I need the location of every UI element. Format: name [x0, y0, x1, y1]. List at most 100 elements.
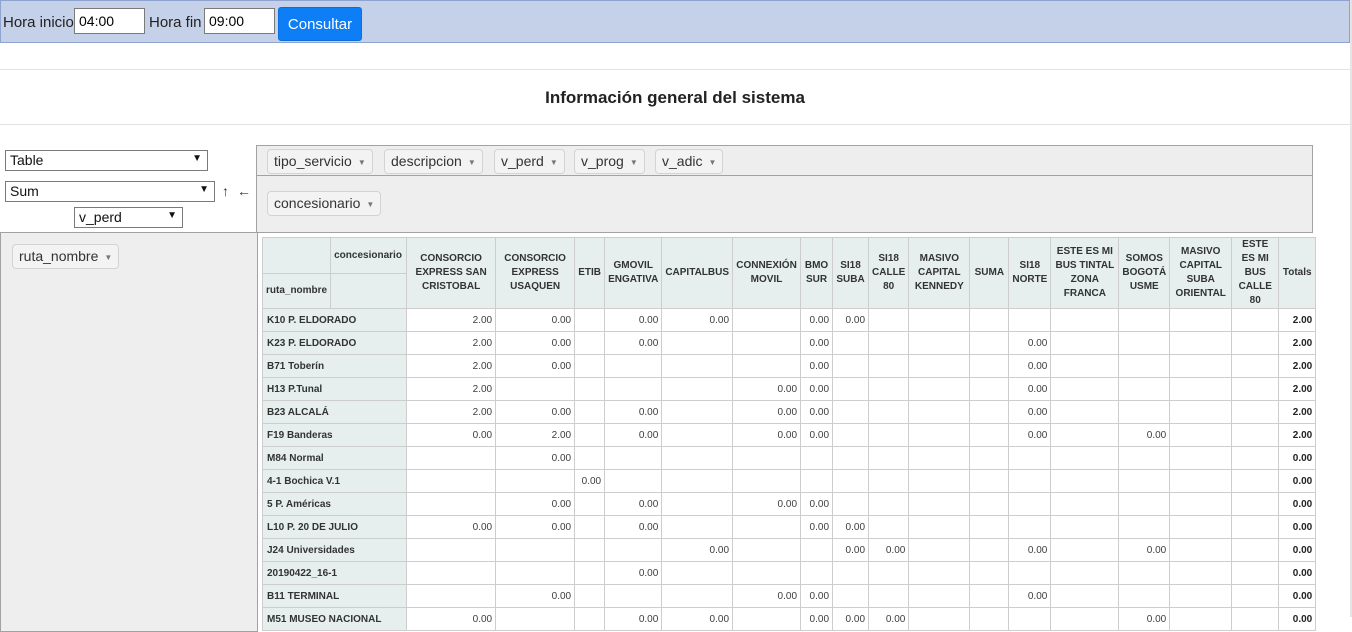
row-total-cell: 0.00 — [1278, 446, 1317, 470]
value-cell — [1050, 331, 1120, 355]
value-cell — [1050, 515, 1120, 539]
value-cell — [732, 354, 802, 378]
value-cell: 0.00 — [495, 446, 576, 470]
value-cell — [1231, 400, 1280, 424]
value-cell — [406, 584, 497, 608]
start-time-input[interactable] — [74, 8, 145, 34]
chip-dropdown-icon[interactable]: ▼ — [550, 158, 558, 167]
value-cell: 0.00 — [406, 515, 497, 539]
chip-dropdown-icon[interactable]: ▼ — [358, 158, 366, 167]
aggregator-select[interactable]: Sum ▼ — [5, 181, 215, 202]
value-cell — [908, 492, 971, 516]
value-cell: 0.00 — [800, 584, 834, 608]
value-cell — [1169, 561, 1233, 585]
value-cell — [495, 377, 576, 401]
value-cell — [1231, 515, 1280, 539]
value-cell — [574, 538, 606, 562]
consultar-button[interactable]: Consultar — [278, 7, 362, 41]
value-cell — [1050, 584, 1120, 608]
field-chip-label: descripcion — [391, 153, 462, 169]
row-fields-area: ruta_nombre ▼ — [0, 232, 258, 632]
renderer-value: Table — [10, 152, 44, 168]
value-cell — [574, 308, 606, 332]
value-cell: 0.00 — [495, 331, 576, 355]
value-cell — [969, 331, 1010, 355]
value-cell — [1050, 400, 1120, 424]
row-order-icon[interactable]: ↑ — [222, 183, 229, 199]
value-cell — [732, 515, 802, 539]
chip-dropdown-icon[interactable]: ▼ — [104, 253, 112, 262]
value-cell: 0.00 — [1118, 423, 1171, 447]
value-cell — [406, 469, 497, 493]
chip-dropdown-icon[interactable]: ▼ — [366, 200, 374, 209]
value-cell — [604, 354, 663, 378]
value-cell — [406, 492, 497, 516]
chip-dropdown-icon[interactable]: ▼ — [468, 158, 476, 167]
value-cell — [1231, 354, 1280, 378]
value-cell — [1050, 538, 1120, 562]
value-cell — [800, 538, 834, 562]
field-chip-v-prog[interactable]: v_prog ▼ — [574, 149, 645, 174]
value-cell — [1169, 538, 1233, 562]
value-cell — [800, 446, 834, 470]
field-chip-concesionario[interactable]: concesionario ▼ — [267, 191, 382, 216]
value-cell — [1118, 354, 1171, 378]
field-chip-descripcion[interactable]: descripcion ▼ — [384, 149, 483, 174]
renderer-select[interactable]: Table ▼ — [5, 150, 208, 171]
table-row: M51 MUSEO NACIONAL 0.00 0.00 0.00 0.00 0.00 0.… — [261, 607, 1317, 631]
dropdown-arrow-icon: ▼ — [167, 210, 177, 221]
row-label: K23 P. ELDORADO — [261, 331, 408, 355]
value-cell: 2.00 — [406, 377, 497, 401]
value-cell — [661, 492, 734, 516]
value-cell — [1231, 377, 1280, 401]
value-cell — [604, 584, 663, 608]
chip-dropdown-icon[interactable]: ▼ — [630, 158, 638, 167]
value-cell — [969, 400, 1010, 424]
value-cell — [1169, 308, 1233, 332]
row-attr-label: ruta_nombre — [261, 273, 332, 309]
row-total-cell: 0.00 — [1278, 469, 1317, 493]
column-fields-area: concesionario ▼ — [256, 175, 1313, 233]
end-time-input[interactable] — [204, 8, 275, 34]
value-cell — [832, 492, 870, 516]
row-label: B11 TERMINAL — [261, 584, 408, 608]
field-chip-v-perd[interactable]: v_perd ▼ — [494, 149, 565, 174]
value-cell — [1169, 492, 1233, 516]
row-label: 20190422_16-1 — [261, 561, 408, 585]
col-order-icon[interactable]: ← — [237, 183, 251, 199]
value-cell — [661, 584, 734, 608]
value-cell — [1008, 607, 1052, 631]
value-cell: 2.00 — [495, 423, 576, 447]
value-cell: 0.00 — [732, 423, 802, 447]
value-cell — [1050, 446, 1120, 470]
value-cell — [1231, 469, 1280, 493]
value-cell — [969, 446, 1010, 470]
field-chip-v-adic[interactable]: v_adic ▼ — [655, 149, 724, 174]
value-cell — [604, 538, 663, 562]
field-chip-tipo-servicio[interactable]: tipo_servicio ▼ — [267, 149, 373, 174]
value-cell — [1169, 584, 1233, 608]
value-field-select[interactable]: v_perd ▼ — [74, 207, 183, 228]
value-cell — [969, 492, 1010, 516]
value-cell — [1050, 354, 1120, 378]
value-cell — [574, 492, 606, 516]
value-cell — [868, 331, 910, 355]
table-row: B23 ALCALÁ 2.00 0.00 0.00 0.00 0.00 0.00 2.00 — [261, 400, 1317, 424]
value-cell: 0.00 — [574, 469, 606, 493]
column-header: ESTE ES MI BUS TINTAL ZONA FRANCA — [1050, 237, 1120, 309]
col-attr-label: concesionario — [330, 236, 408, 275]
column-header: GMOVIL ENGATIVA — [604, 237, 663, 309]
chip-dropdown-icon[interactable]: ▼ — [708, 158, 716, 167]
value-cell — [969, 308, 1010, 332]
value-cell: 0.00 — [1008, 331, 1052, 355]
value-cell: 0.00 — [604, 515, 663, 539]
value-cell — [732, 538, 802, 562]
value-cell — [1169, 331, 1233, 355]
value-cell: 0.00 — [832, 538, 870, 562]
value-cell — [908, 308, 971, 332]
field-chip-ruta-nombre[interactable]: ruta_nombre ▼ — [12, 244, 120, 269]
value-cell — [1118, 561, 1171, 585]
value-cell — [868, 308, 910, 332]
value-cell — [832, 331, 870, 355]
value-cell — [1050, 469, 1120, 493]
